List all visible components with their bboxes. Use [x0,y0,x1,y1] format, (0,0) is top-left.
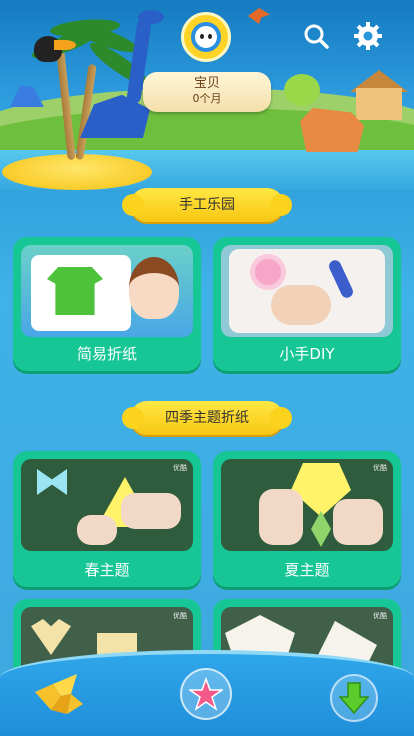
star-icon [189,677,223,711]
thumbnail-summer: 优酷 [221,459,393,551]
hand-image [333,499,383,545]
cartoon-girl-image [129,257,179,319]
thumbnail-diy [221,245,393,337]
settings-button[interactable] [352,20,384,52]
hand-image [121,493,181,529]
paper-heart-image [31,619,71,655]
card-summer-theme[interactable]: 优酷 夏主题 [213,451,401,587]
card-little-hands-diy[interactable]: 小手DIY [213,237,401,371]
hand-image [259,489,303,545]
avatar[interactable] [181,12,231,62]
search-button[interactable] [300,20,332,52]
section-title-handcraft: 手工乐园 [122,188,292,222]
card-easy-origami[interactable]: 简易折纸 [13,237,201,371]
hand-image [77,515,117,545]
dinosaur-head [138,10,164,24]
video-source-tag: 优酷 [173,464,187,472]
paper-flower-image [255,259,281,285]
favorites-button[interactable] [180,668,232,720]
thumbnail-spring: 优酷 [21,459,193,551]
card-label: 春主题 [84,561,130,579]
green-leaf-image [311,511,331,547]
origami-snail [284,74,320,106]
section-title-text: 手工乐园 [179,197,235,213]
sand-island [2,154,152,190]
origami-shirt-image [47,267,103,315]
card-label: 简易折纸 [76,345,137,363]
gear-icon [354,22,382,50]
toucan-beak [54,40,76,50]
video-source-tag: 优酷 [173,612,187,620]
card-label: 小手DIY [279,345,335,363]
card-label: 夏主题 [284,561,330,579]
video-source-tag: 优酷 [373,612,387,620]
profile-name: 宝贝 [193,76,220,91]
bird-origami-icon [35,674,83,714]
paper-house [356,88,402,120]
section-title-text: 四季主题折纸 [165,410,249,426]
avatar-face [191,22,221,52]
paper-butterfly-image [37,469,67,495]
home-bird-button[interactable] [30,668,86,722]
card-spring-theme[interactable]: 优酷 春主题 [13,451,201,587]
section-title-seasons: 四季主题折纸 [122,401,292,435]
download-arrow-icon [338,682,370,715]
profile-card[interactable]: 宝贝 0个月 [143,72,271,112]
download-button[interactable] [330,674,378,722]
hand-image [271,285,331,325]
profile-age: 0个月 [192,92,222,105]
search-icon [304,24,329,49]
video-source-tag: 优酷 [373,464,387,472]
thumbnail-shirt-origami [21,245,193,337]
